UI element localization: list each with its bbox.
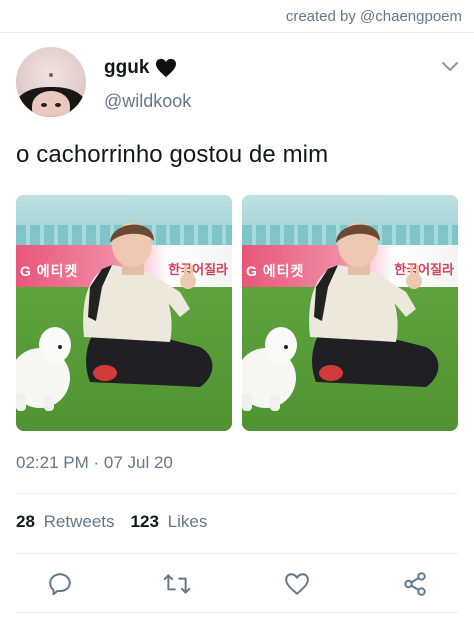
credit-text: created by @chaengpoem — [285, 8, 462, 25]
retweet-icon — [163, 574, 191, 594]
likes-count: 123 — [130, 512, 159, 531]
tweet-text: o cachorrinho gostou de mim — [16, 141, 329, 168]
avatar-eye — [41, 103, 47, 107]
reply-button[interactable] — [45, 569, 75, 599]
photo-dog — [242, 327, 297, 411]
retweets-label: Retweets — [43, 512, 115, 531]
tweet-stats: 28 Retweets 123 Likes — [16, 512, 207, 532]
media-photo[interactable]: G 에티켓 한국어질라 — [242, 195, 458, 431]
divider — [16, 493, 458, 494]
divider — [16, 612, 458, 613]
like-button[interactable] — [282, 569, 312, 599]
display-name[interactable]: gguk — [104, 57, 149, 79]
retweets-stat[interactable]: 28 Retweets — [16, 512, 115, 532]
name-row: gguk — [104, 57, 177, 79]
avatar-face — [32, 91, 70, 117]
likes-stat[interactable]: 123 Likes — [131, 512, 208, 532]
photo-dog — [16, 327, 71, 411]
avatar[interactable] — [16, 47, 86, 117]
credit-bar: created by @chaengpoem — [0, 0, 474, 33]
divider — [16, 553, 458, 554]
like-heart-icon — [285, 573, 309, 595]
tweet-media: G 에티켓 한국어질라 G 에티켓 한국어질라 — [16, 195, 458, 431]
reply-icon — [49, 573, 71, 596]
avatar-ceiling-light — [49, 73, 53, 77]
media-photo[interactable]: G 에티켓 한국어질라 — [16, 195, 232, 431]
retweet-button[interactable] — [162, 569, 192, 599]
tweet-actions — [0, 565, 474, 605]
retweets-count: 28 — [16, 512, 35, 531]
share-icon — [404, 572, 426, 596]
black-heart-icon — [155, 58, 177, 78]
tweet-timestamp[interactable]: 02:21 PM · 07 Jul 20 — [16, 453, 173, 473]
likes-label: Likes — [167, 512, 208, 531]
avatar-eye — [55, 103, 61, 107]
user-handle[interactable]: @wildkook — [104, 91, 191, 112]
share-button[interactable] — [400, 569, 430, 599]
chevron-down-icon[interactable] — [442, 59, 458, 71]
